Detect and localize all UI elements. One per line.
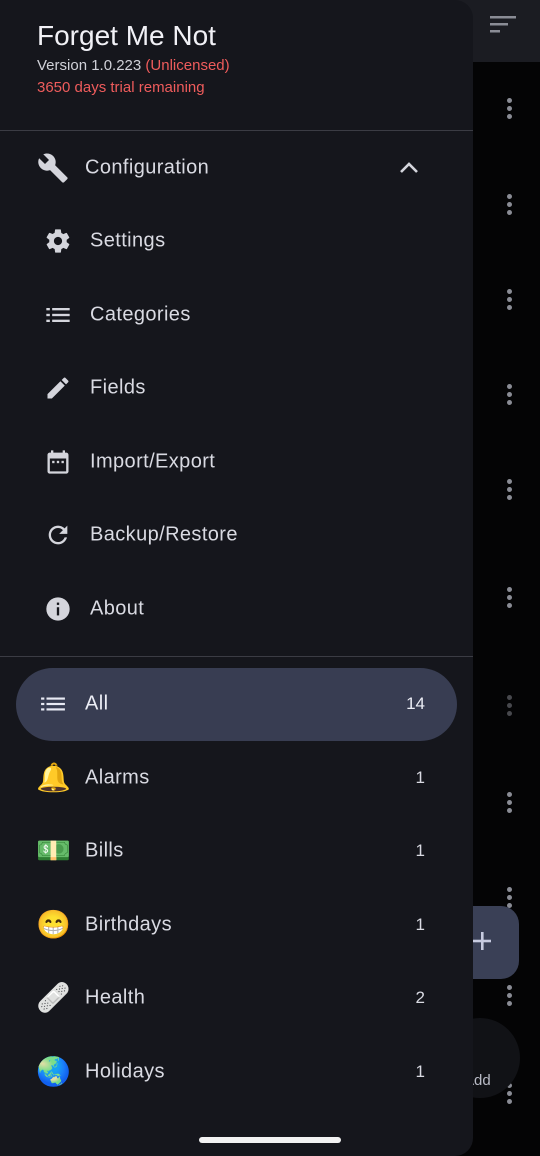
menu-item-label: Import/Export [90,450,216,473]
menu-item-settings[interactable]: Settings [0,206,473,276]
more-options-icon[interactable] [503,792,515,818]
version-number: Version 1.0.223 [37,57,142,74]
wrench-icon [38,153,68,183]
more-options-icon[interactable] [503,289,515,315]
category-label: Health [85,986,146,1009]
divider [0,130,473,131]
configuration-label: Configuration [85,156,210,179]
category-count: 1 [415,841,425,860]
menu-item-label: Backup/Restore [90,523,238,546]
bandage-icon: 🩹 [36,982,71,1013]
menu-item-label: About [90,597,145,620]
category-count: 1 [415,768,425,787]
category-bills[interactable]: 💵 Bills 1 [0,816,473,886]
money-icon: 💵 [36,835,71,866]
more-options-icon[interactable] [503,587,515,613]
globe-icon: 🌏 [36,1056,71,1087]
grinning-face-icon: 😁 [36,909,71,940]
category-count: 14 [406,694,425,713]
list-icon [41,697,65,711]
pencil-icon [47,377,69,399]
trial-remaining: 3650 days trial remaining [37,79,205,96]
menu-item-label: Settings [90,229,166,252]
category-health[interactable]: 🩹 Health 2 [0,963,473,1033]
menu-item-label: Fields [90,376,146,399]
category-holidays[interactable]: 🌏 Holidays 1 [0,1037,473,1107]
version-text: Version 1.0.223 (Unlicensed) [37,57,230,74]
plus-icon [473,932,491,950]
category-count: 1 [415,1062,425,1081]
more-options-icon[interactable] [503,985,515,1011]
category-birthdays[interactable]: 😁 Birthdays 1 [0,890,473,960]
more-options-icon[interactable] [503,194,515,220]
category-label: Bills [85,839,124,862]
more-options-icon[interactable] [503,479,515,505]
menu-item-label: Categories [90,303,191,326]
menu-item-fields[interactable]: Fields [0,353,473,423]
category-label: All [85,692,109,715]
chevron-up-icon[interactable] [398,161,420,175]
bell-icon: 🔔 [36,762,71,793]
menu-item-categories[interactable]: Categories [0,280,473,350]
category-all[interactable]: All 14 [0,669,473,739]
category-label: Birthdays [85,913,172,936]
more-options-icon[interactable] [503,695,515,721]
category-count: 2 [415,988,425,1007]
gear-icon [46,229,70,253]
category-alarms[interactable]: 🔔 Alarms 1 [0,743,473,813]
calendar-icon [47,450,69,474]
navigation-drawer: Forget Me Not Version 1.0.223 (Unlicense… [0,0,473,1156]
menu-item-backup-restore[interactable]: Backup/Restore [0,500,473,570]
menu-item-import-export[interactable]: Import/Export [0,427,473,497]
license-status: (Unlicensed) [145,57,230,74]
list-icon [46,308,70,322]
sort-icon[interactable] [490,14,518,34]
category-label: Alarms [85,766,150,789]
configuration-section-header[interactable]: Configuration [0,133,473,203]
gesture-navigation-bar[interactable] [199,1137,341,1143]
more-options-icon[interactable] [503,384,515,410]
menu-item-about[interactable]: About [0,574,473,644]
info-icon [46,597,70,621]
category-count: 1 [415,915,425,934]
refresh-icon [48,525,68,545]
divider [0,656,473,657]
more-options-icon[interactable] [503,98,515,124]
app-title: Forget Me Not [37,20,216,51]
category-label: Holidays [85,1060,165,1083]
